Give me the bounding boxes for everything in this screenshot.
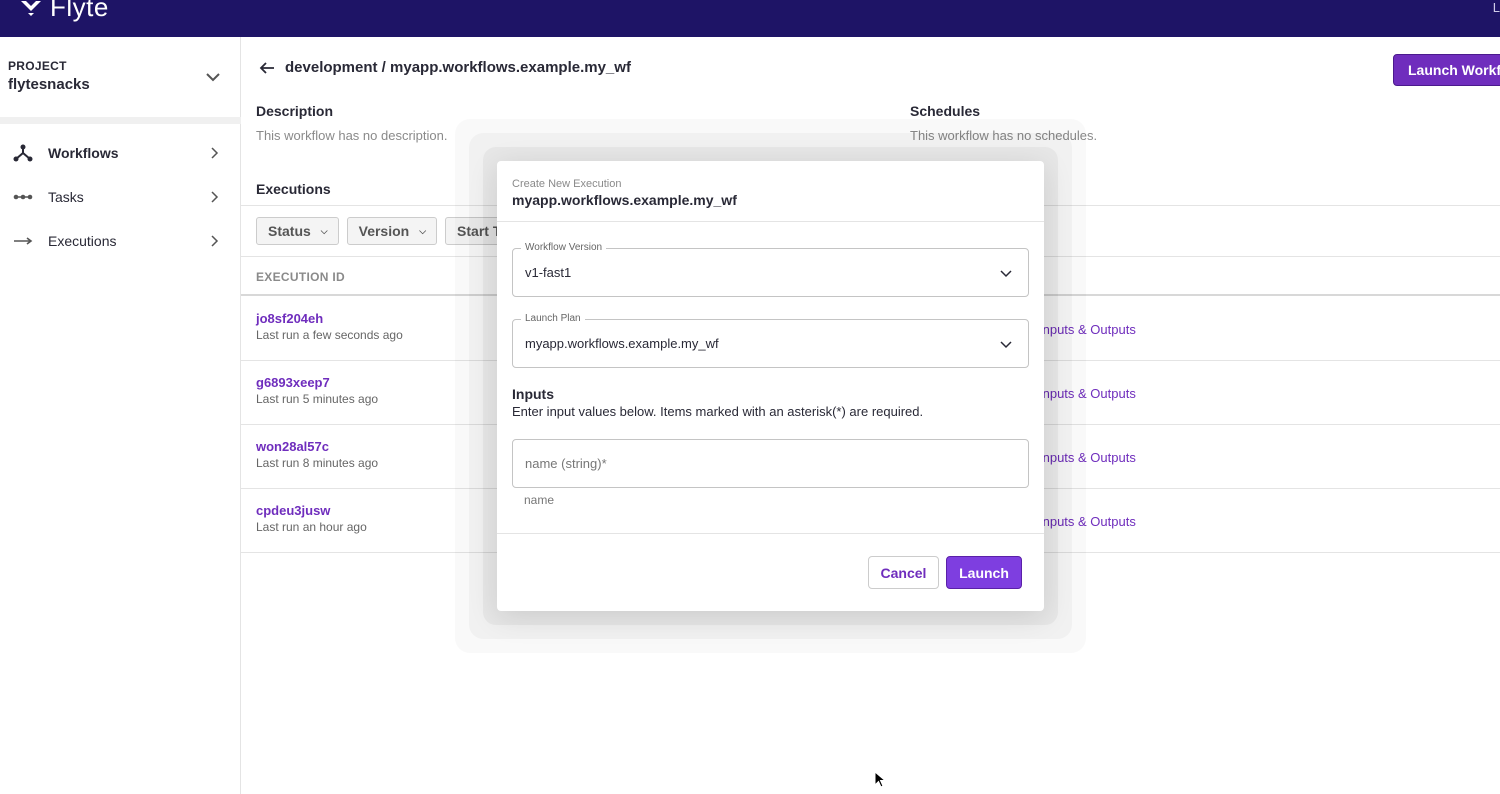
inputs-title: Inputs bbox=[512, 386, 554, 402]
name-helper-text: name bbox=[524, 493, 555, 507]
chevron-down-icon bbox=[1000, 341, 1012, 349]
dialog-subtitle: Create New Execution bbox=[512, 178, 622, 190]
dialog-divider bbox=[497, 221, 1044, 222]
workflow-version-select[interactable]: Workflow Version v1-fast1 bbox=[512, 242, 1029, 297]
chevron-down-icon bbox=[1000, 270, 1012, 278]
dialog-divider bbox=[497, 533, 1044, 534]
launch-button[interactable]: Launch bbox=[946, 556, 1022, 589]
workflow-version-value: v1-fast1 bbox=[525, 265, 572, 280]
dialog-title: myapp.workflows.example.my_wf bbox=[512, 192, 737, 208]
workflow-version-label: Workflow Version bbox=[521, 242, 607, 253]
inputs-description: Enter input values below. Items marked w… bbox=[512, 404, 924, 419]
create-execution-dialog: Create New Execution myapp.workflows.exa… bbox=[497, 161, 1044, 611]
name-input[interactable] bbox=[512, 439, 1029, 488]
launch-plan-select[interactable]: Launch Plan myapp.workflows.example.my_w… bbox=[512, 313, 1029, 368]
launch-plan-label: Launch Plan bbox=[521, 313, 585, 324]
launch-plan-value: myapp.workflows.example.my_wf bbox=[525, 336, 719, 351]
mouse-cursor-icon bbox=[874, 771, 887, 788]
cancel-button[interactable]: Cancel bbox=[868, 556, 939, 589]
